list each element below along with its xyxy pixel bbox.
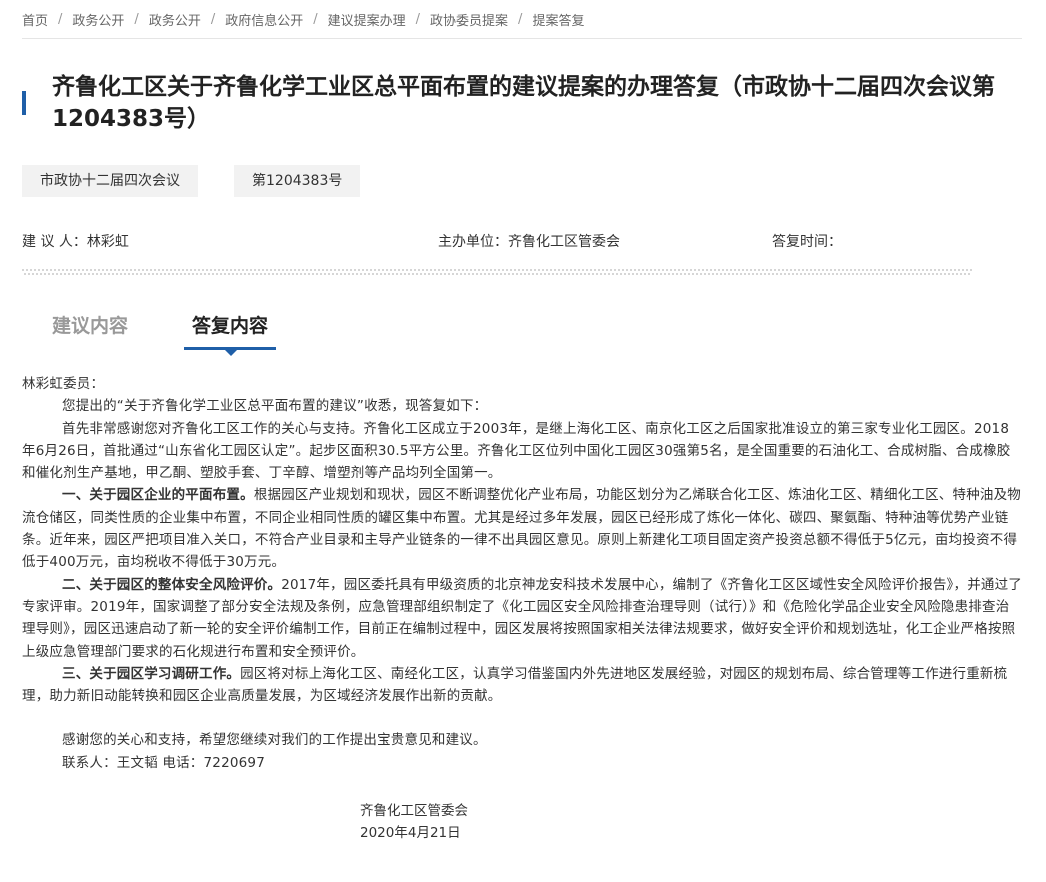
contact-line: 联系人：王文韬 电话：7220697 [62, 754, 266, 771]
reply-content: 林彩虹委员： 您提出的“关于齐鲁化学工业区总平面布置的建议”收悉，现答复如下： … [22, 373, 1022, 774]
tab-proposal-content[interactable]: 建议内容 [52, 311, 128, 338]
page-title: 齐鲁化工区关于齐鲁化学工业区总平面布置的建议提案的办理答复（市政协十二届四次会议… [52, 74, 995, 132]
breadcrumb-cppcc-proposals[interactable]: 政协委员提案 [430, 10, 508, 29]
title-accent-bar [22, 91, 26, 115]
breadcrumb-separator: / [134, 11, 139, 27]
proposer: 建 议 人：林彩虹 [22, 234, 129, 250]
active-tab-arrow-icon [225, 350, 237, 356]
section-heading: 一、关于园区企业的平面布置。 [62, 487, 254, 504]
proposal-tags: 市政协十二届四次会议 第1204383号 [22, 165, 1022, 197]
signature-block: 齐鲁化工区管委会 2020年4月21日 [22, 800, 1022, 844]
breadcrumb-separator: / [415, 11, 421, 27]
breadcrumb-separator: / [58, 11, 63, 27]
paragraph-safety: 二、关于园区的整体安全风险评价。2017年，园区委托具有甲级资质的北京神龙安科技… [22, 574, 1022, 663]
paragraph-layout: 一、关于园区企业的平面布置。根据园区产业规划和现状，园区不断调整优化产业布局，功… [22, 484, 1022, 573]
proposal-number-tag: 第1204383号 [234, 165, 361, 197]
section-heading: 三、关于园区学习调研工作。 [62, 665, 241, 682]
paragraph-research: 三、关于园区学习调研工作。园区将对标上海化工区、南经化工区，认真学习借鉴国内外先… [22, 663, 1022, 708]
breadcrumb-separator: / [210, 11, 216, 27]
signature-org: 齐鲁化工区管委会 [360, 803, 468, 820]
session-tag: 市政协十二届四次会议 [22, 165, 198, 197]
breadcrumb-separator: / [313, 11, 318, 27]
signature-date: 2020年4月21日 [360, 825, 461, 842]
paragraph-background: 首先非常感谢您对齐鲁化工区工作的关心与支持。齐鲁化工区成立于2003年，是继上海… [22, 420, 1011, 482]
thanks-paragraph: 感谢您的关心和支持，希望您继续对我们的工作提出宝贵意见和建议。 [62, 732, 487, 749]
reply-time: 答复时间： [772, 234, 842, 250]
breadcrumb-proposal-handling[interactable]: 建议提案办理 [328, 10, 406, 29]
salutation: 林彩虹委员： [22, 376, 105, 392]
title-block: 齐鲁化工区关于齐鲁化学工业区总平面布置的建议提案的办理答复（市政协十二届四次会议… [22, 71, 1022, 135]
section-heading: 二、关于园区的整体安全风险评价。 [62, 576, 282, 593]
breadcrumb-gov-affairs[interactable]: 政务公开 [72, 10, 124, 29]
breadcrumb-gov-info[interactable]: 政府信息公开 [225, 10, 303, 29]
tab-reply-content[interactable]: 答复内容 [192, 311, 268, 338]
breadcrumb: 首页 / 政务公开 / 政务公开 / 政府信息公开 / 建议提案办理 / 政协委… [22, 0, 1022, 39]
page-container: 首页 / 政务公开 / 政务公开 / 政府信息公开 / 建议提案办理 / 政协委… [22, 0, 1022, 844]
breadcrumb-gov-affairs-2[interactable]: 政务公开 [149, 10, 201, 29]
breadcrumb-proposal-reply[interactable]: 提案答复 [532, 10, 584, 29]
breadcrumb-home[interactable]: 首页 [22, 10, 48, 29]
dotted-divider [22, 269, 972, 275]
host-unit: 主办单位：齐鲁化工区管委会 [438, 234, 620, 250]
proposal-meta: 建 议 人：林彩虹 主办单位：齐鲁化工区管委会 答复时间： [22, 231, 1022, 251]
intro-paragraph: 您提出的“关于齐鲁化学工业区总平面布置的建议”收悉，现答复如下： [62, 398, 488, 415]
content-tabs: 建议内容 答复内容 [22, 311, 1022, 356]
breadcrumb-separator: / [518, 11, 523, 27]
